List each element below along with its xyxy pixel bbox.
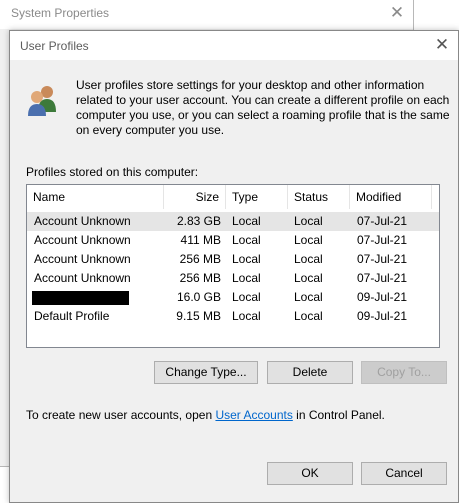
system-properties-title: System Properties: [11, 6, 110, 20]
close-icon[interactable]: ✕: [388, 4, 406, 22]
profile-status: Local: [294, 233, 323, 247]
profile-type: Local: [232, 271, 261, 285]
table-row[interactable]: 16.0 GB Local Local 09-Jul-21: [27, 288, 439, 307]
footer-text: To create new user accounts, open User A…: [26, 408, 385, 422]
profile-status: Local: [294, 271, 323, 285]
profile-status: Local: [294, 309, 323, 323]
profile-modified: 07-Jul-21: [357, 271, 408, 285]
user-profiles-dialog: User Profiles ✕ User profiles store sett…: [9, 30, 459, 503]
footer-prefix: To create new user accounts, open: [26, 408, 216, 422]
profile-size: 411 MB: [180, 233, 221, 247]
profile-modified: 07-Jul-21: [357, 252, 408, 266]
list-header: Name Size Type Status Modified: [27, 185, 439, 209]
profile-type: Local: [232, 214, 261, 228]
profile-modified: 09-Jul-21: [357, 290, 408, 304]
dialog-description: User profiles store settings for your de…: [76, 78, 450, 137]
profile-modified: 09-Jul-21: [357, 309, 408, 323]
profile-type: Local: [232, 252, 261, 266]
user-accounts-link[interactable]: User Accounts: [215, 408, 292, 422]
profile-size: 16.0 GB: [176, 290, 221, 304]
column-header-modified[interactable]: Modified: [350, 185, 432, 209]
users-icon: [28, 86, 56, 116]
table-row[interactable]: Account Unknown 2.83 GB Local Local 07-J…: [27, 212, 439, 231]
profile-size: 256 MB: [179, 271, 221, 285]
profile-name: Account Unknown: [34, 214, 131, 228]
profile-type: Local: [232, 309, 261, 323]
close-icon[interactable]: ✕: [430, 34, 454, 56]
profile-size: 256 MB: [179, 252, 221, 266]
profiles-list[interactable]: Name Size Type Status Modified Account U…: [26, 184, 440, 348]
table-row[interactable]: Account Unknown 256 MB Local Local 07-Ju…: [27, 269, 439, 288]
column-header-name[interactable]: Name: [27, 185, 164, 209]
profile-modified: 07-Jul-21: [357, 233, 408, 247]
profile-status: Local: [294, 290, 323, 304]
profile-size: 2.83 GB: [176, 214, 221, 228]
column-header-status[interactable]: Status: [288, 185, 350, 209]
profile-name: Account Unknown: [34, 233, 131, 247]
profile-status: Local: [294, 214, 323, 228]
profile-name: Default Profile: [34, 309, 110, 323]
profile-type: Local: [232, 290, 261, 304]
dialog-titlebar: User Profiles ✕: [10, 31, 458, 60]
profile-type: Local: [232, 233, 261, 247]
redacted-profile-name: [32, 291, 129, 305]
table-row[interactable]: Default Profile 9.15 MB Local Local 09-J…: [27, 307, 439, 326]
dialog-title: User Profiles: [20, 39, 89, 53]
system-properties-titlebar: System Properties ✕: [0, 0, 413, 29]
profile-status: Local: [294, 252, 323, 266]
copy-to-button: Copy To...: [361, 361, 447, 384]
table-row[interactable]: Account Unknown 256 MB Local Local 07-Ju…: [27, 250, 439, 269]
change-type-button[interactable]: Change Type...: [154, 361, 258, 384]
profile-name: Account Unknown: [34, 252, 131, 266]
ok-button[interactable]: OK: [267, 462, 353, 485]
cancel-button[interactable]: Cancel: [361, 462, 447, 485]
footer-suffix: in Control Panel.: [292, 408, 385, 422]
profiles-list-label: Profiles stored on this computer:: [26, 165, 199, 179]
profile-name: Account Unknown: [34, 271, 131, 285]
column-header-type[interactable]: Type: [226, 185, 288, 209]
column-header-size[interactable]: Size: [164, 185, 226, 209]
profile-modified: 07-Jul-21: [357, 214, 408, 228]
delete-button[interactable]: Delete: [267, 361, 353, 384]
table-row[interactable]: Account Unknown 411 MB Local Local 07-Ju…: [27, 231, 439, 250]
profile-size: 9.15 MB: [176, 309, 221, 323]
